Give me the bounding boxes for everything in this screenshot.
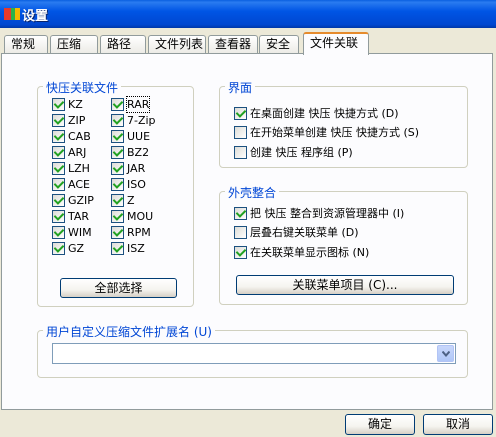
checkbox[interactable] (52, 162, 65, 175)
app-logo-icon (4, 8, 20, 20)
checkbox[interactable] (234, 246, 247, 259)
checkbox[interactable] (52, 178, 65, 191)
checkbox[interactable] (111, 130, 124, 143)
checkbox[interactable] (52, 146, 65, 159)
checkbox[interactable] (111, 210, 124, 223)
checkbox[interactable] (234, 146, 247, 159)
cancel-button[interactable]: 取消 (423, 414, 493, 435)
custom-extension-title: 用户自定义压缩文件扩展名 (U) (43, 323, 215, 340)
checkbox[interactable] (52, 226, 65, 239)
dropdown-arrow-button[interactable] (437, 345, 454, 362)
checkbox[interactable] (52, 194, 65, 207)
checkbox[interactable] (52, 210, 65, 223)
checkbox[interactable] (52, 130, 65, 143)
tab-security[interactable]: 安全 (259, 35, 299, 53)
tab-file-list[interactable]: 文件列表 (148, 35, 206, 53)
checkbox[interactable] (234, 207, 247, 220)
checkbox[interactable] (234, 107, 247, 120)
context-menu-items-button[interactable]: 关联菜单项目 (C)... (236, 275, 454, 295)
checkbox[interactable] (111, 146, 124, 159)
title-bar[interactable]: 设置 (0, 0, 496, 28)
checkbox[interactable] (111, 98, 124, 111)
checkbox[interactable] (234, 226, 247, 239)
tab-file-association[interactable]: 文件关联 (303, 32, 369, 55)
interface-title: 界面 (225, 79, 256, 96)
tab-path[interactable]: 路径 (100, 35, 146, 53)
associations-title: 快压关联文件 (43, 79, 122, 96)
custom-extension-combobox[interactable] (52, 343, 456, 364)
shell-integration-title: 外壳整合 (225, 184, 280, 201)
checkbox[interactable] (52, 242, 65, 255)
ok-button[interactable]: 确定 (345, 414, 415, 435)
tab-general[interactable]: 常规 (4, 35, 48, 53)
checkbox[interactable] (52, 114, 65, 127)
checkbox[interactable] (111, 194, 124, 207)
checkbox[interactable] (111, 162, 124, 175)
checkbox[interactable] (52, 98, 65, 111)
chevron-down-icon (442, 351, 450, 357)
tab-viewer[interactable]: 查看器 (208, 35, 258, 53)
checkbox[interactable] (234, 126, 247, 139)
checkbox[interactable] (111, 114, 124, 127)
window-title: 设置 (22, 9, 49, 24)
tab-compress[interactable]: 压缩 (50, 35, 98, 53)
checkbox[interactable] (111, 178, 124, 191)
checkbox[interactable] (111, 242, 124, 255)
select-all-button[interactable]: 全部选择 (60, 278, 177, 298)
checkbox[interactable] (111, 226, 124, 239)
